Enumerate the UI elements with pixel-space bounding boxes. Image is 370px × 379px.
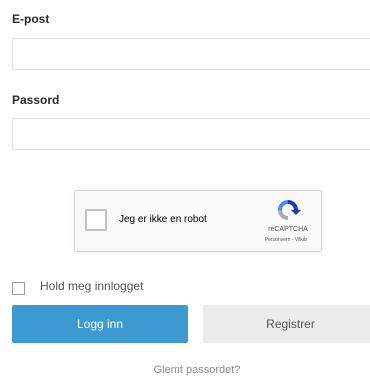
recaptcha-checkbox[interactable] <box>85 209 107 231</box>
recaptcha-links[interactable]: Personvern - Vilkår <box>251 237 321 243</box>
login-button[interactable]: Logg inn <box>12 305 188 343</box>
recaptcha-label: Jeg er ikke en robot <box>119 214 207 225</box>
recaptcha-logo-icon <box>278 200 301 220</box>
password-label: Passord <box>12 93 60 107</box>
password-input[interactable] <box>12 118 370 150</box>
recaptcha-brand: reCAPTCHA <box>268 226 308 233</box>
email-input[interactable] <box>12 38 370 70</box>
forgot-password-link[interactable]: Glemt passordet? <box>0 364 370 376</box>
recaptcha-widget: Jeg er ikke en robot reCAPTCHA Personver… <box>74 190 322 252</box>
register-button[interactable]: Registrer <box>203 305 370 343</box>
remember-me-label: Hold meg innlogget <box>40 279 144 293</box>
remember-me-checkbox[interactable] <box>12 282 25 295</box>
email-label: E-post <box>12 12 50 26</box>
